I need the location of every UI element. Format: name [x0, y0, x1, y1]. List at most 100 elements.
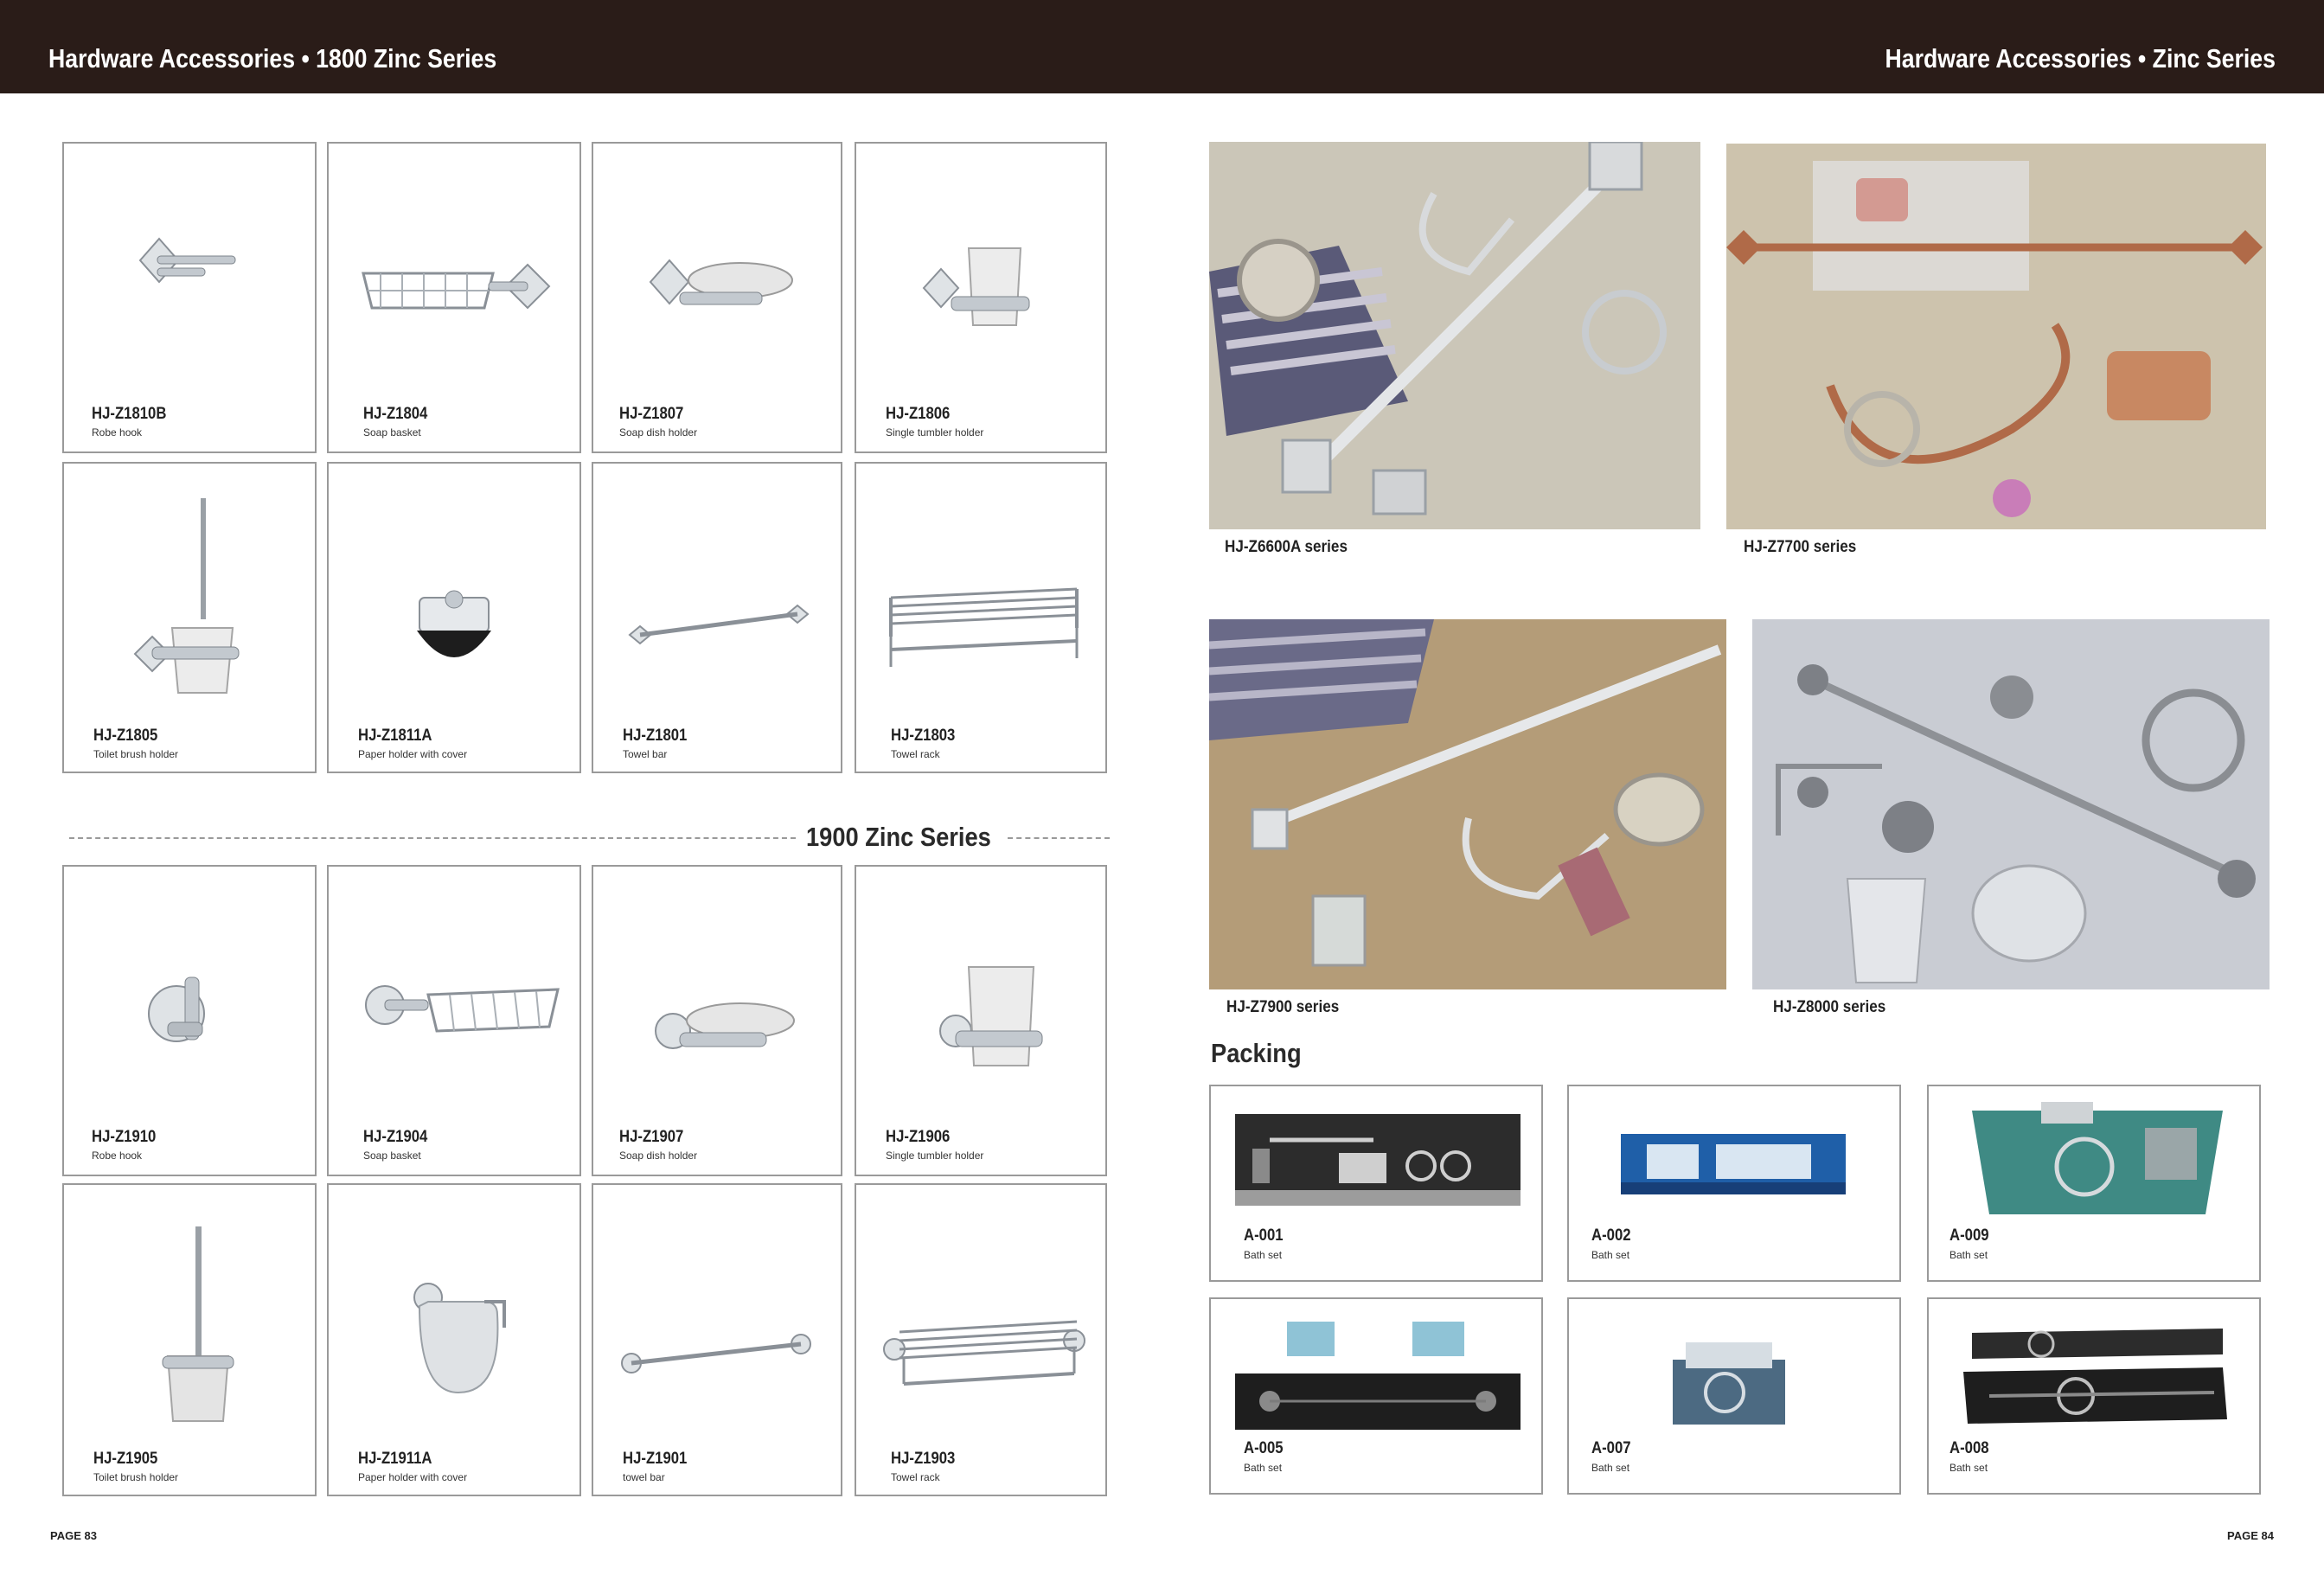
product-desc: Robe hook: [92, 1149, 143, 1162]
series-1900-title: 1900 Zinc Series: [806, 822, 991, 852]
packing-code: A-001: [1244, 1226, 1284, 1245]
product-code: HJ-Z1801: [623, 727, 688, 745]
bath-set-photo-image: [1776, 664, 2256, 983]
packaged-bath-set-image: [1621, 1134, 1846, 1194]
product-desc: Towel rack: [891, 748, 940, 760]
series-photo[interactable]: [1209, 142, 1700, 529]
product-card[interactable]: HJ-Z1806 Single tumbler holder: [855, 142, 1107, 453]
packaged-bath-set-image: [1963, 1329, 2227, 1424]
series-photo[interactable]: [1726, 144, 2266, 529]
paper-holder-icon: [417, 590, 491, 657]
series-caption: HJ-Z6600A series: [1225, 538, 1348, 556]
product-card[interactable]: HJ-Z1807 Soap dish holder: [592, 142, 842, 453]
packing-card[interactable]: A-002 Bath set: [1567, 1085, 1901, 1282]
toilet-brush-icon: [162, 1226, 234, 1422]
product-card[interactable]: HJ-Z1903 Towel rack: [855, 1183, 1107, 1496]
product-code: HJ-Z1911A: [358, 1450, 432, 1468]
packing-card[interactable]: A-005 Bath set: [1209, 1297, 1543, 1495]
product-code: HJ-Z1806: [886, 405, 951, 423]
header-bar: Hardware Accessories • 1800 Zinc Series …: [0, 0, 2324, 93]
soap-dish-icon: [655, 1002, 795, 1049]
series-caption: HJ-Z7900 series: [1226, 998, 1340, 1016]
series-caption: HJ-Z7700 series: [1744, 538, 1857, 556]
product-code: HJ-Z1901: [623, 1450, 688, 1468]
bath-set-photo-image: [1726, 161, 2263, 517]
product-desc: Soap basket: [363, 426, 421, 439]
product-card[interactable]: HJ-Z1805 Toilet brush holder: [62, 462, 317, 773]
packing-card[interactable]: A-007 Bath set: [1567, 1297, 1901, 1495]
product-code: HJ-Z1904: [363, 1128, 428, 1146]
packaged-bath-set-image: [1673, 1342, 1785, 1425]
packing-desc: Bath set: [1591, 1462, 1630, 1474]
towel-bar-icon: [628, 604, 810, 645]
product-card[interactable]: HJ-Z1906 Single tumbler holder: [855, 865, 1107, 1176]
packaged-bath-set-image: [1235, 1114, 1521, 1206]
product-card[interactable]: HJ-Z1901 towel bar: [592, 1183, 842, 1496]
towel-rack-icon: [883, 1320, 1085, 1386]
product-code: HJ-Z1803: [891, 727, 956, 745]
soap-dish-icon: [649, 259, 793, 305]
towel-bar-icon: [621, 1334, 811, 1373]
tumbler-holder-icon: [922, 247, 1030, 326]
soap-basket-icon: [365, 985, 560, 1033]
series-photo[interactable]: [1209, 619, 1726, 989]
robe-hook-icon: [138, 237, 236, 284]
packing-title: Packing: [1211, 1038, 1302, 1068]
bath-set-photo-image: [1209, 619, 1722, 967]
product-desc: Soap dish holder: [619, 1149, 698, 1162]
product-code: HJ-Z1810B: [92, 405, 167, 423]
product-desc: Towel rack: [891, 1471, 940, 1483]
divider-line: [69, 837, 796, 839]
product-card[interactable]: HJ-Z1810B Robe hook: [62, 142, 317, 453]
right-page-title: Hardware Accessories • Zinc Series: [1885, 43, 2276, 74]
product-card[interactable]: HJ-Z1904 Soap basket: [327, 865, 581, 1176]
product-desc: towel bar: [623, 1471, 665, 1483]
soap-basket-icon: [362, 263, 551, 310]
packing-code: A-002: [1591, 1226, 1631, 1245]
product-card[interactable]: HJ-Z1911A Paper holder with cover: [327, 1183, 581, 1496]
product-code: HJ-Z1906: [886, 1128, 951, 1146]
product-desc: Towel bar: [623, 748, 668, 760]
page-number-left: PAGE 83: [50, 1529, 97, 1542]
packing-desc: Bath set: [1949, 1462, 1988, 1474]
product-card[interactable]: HJ-Z1804 Soap basket: [327, 142, 581, 453]
product-desc: Soap dish holder: [619, 426, 698, 439]
packing-card[interactable]: A-008 Bath set: [1927, 1297, 2261, 1495]
towel-rack-icon: [889, 587, 1079, 667]
product-desc: Single tumbler holder: [886, 426, 984, 439]
packaged-bath-set-image: [1972, 1102, 2223, 1214]
product-desc: Paper holder with cover: [358, 748, 468, 760]
product-code: HJ-Z1907: [619, 1128, 684, 1146]
left-page-title: Hardware Accessories • 1800 Zinc Series: [48, 43, 497, 74]
product-card[interactable]: HJ-Z1910 Robe hook: [62, 865, 317, 1176]
paper-holder-icon: [413, 1283, 506, 1394]
product-code: HJ-Z1804: [363, 405, 428, 423]
packing-code: A-005: [1244, 1439, 1284, 1457]
product-code: HJ-Z1903: [891, 1450, 956, 1468]
product-card[interactable]: HJ-Z1803 Towel rack: [855, 462, 1107, 773]
product-desc: Robe hook: [92, 426, 143, 439]
product-card[interactable]: HJ-Z1811A Paper holder with cover: [327, 462, 581, 773]
product-card[interactable]: HJ-Z1907 Soap dish holder: [592, 865, 842, 1176]
packing-code: A-007: [1591, 1439, 1631, 1457]
product-code: HJ-Z1905: [93, 1450, 158, 1468]
product-desc: Toilet brush holder: [93, 1471, 179, 1483]
product-card[interactable]: HJ-Z1801 Towel bar: [592, 462, 842, 773]
divider-line: [1008, 837, 1110, 839]
series-caption: HJ-Z8000 series: [1773, 998, 1886, 1016]
product-code: HJ-Z1807: [619, 405, 684, 423]
packing-card[interactable]: A-009 Bath set: [1927, 1085, 2261, 1282]
product-desc: Toilet brush holder: [93, 748, 179, 760]
series-photo[interactable]: [1752, 619, 2270, 989]
product-card[interactable]: HJ-Z1905 Toilet brush holder: [62, 1183, 317, 1496]
product-desc: Paper holder with cover: [358, 1471, 468, 1483]
bath-set-photo-image: [1209, 142, 1667, 515]
product-desc: Soap basket: [363, 1149, 421, 1162]
packing-code: A-008: [1949, 1439, 1989, 1457]
packing-desc: Bath set: [1591, 1249, 1630, 1261]
tumbler-holder-icon: [939, 966, 1043, 1066]
product-code: HJ-Z1910: [92, 1128, 157, 1146]
product-desc: Single tumbler holder: [886, 1149, 984, 1162]
packing-card[interactable]: A-001 Bath set: [1209, 1085, 1543, 1282]
packing-desc: Bath set: [1244, 1462, 1283, 1474]
